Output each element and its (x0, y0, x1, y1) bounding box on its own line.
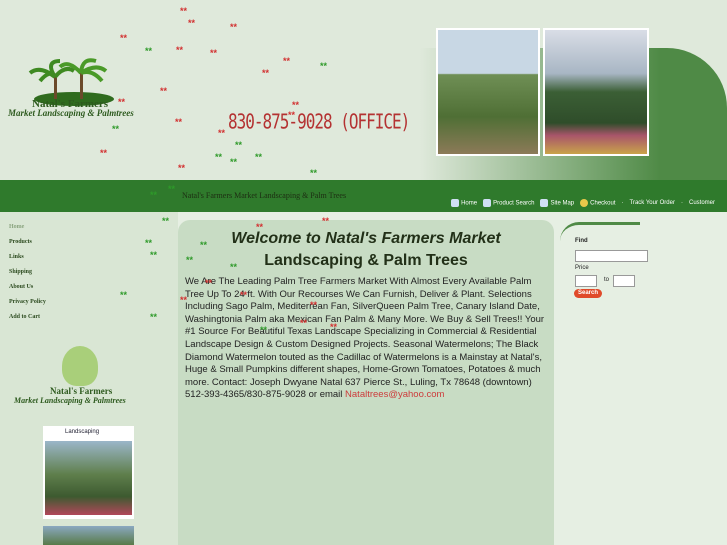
sidebar-nav: Home Products Links Shipping About Us Pr… (9, 220, 46, 325)
title-line-1: Welcome to Natal's Farmers Market (231, 230, 501, 247)
nav-item-add-to-cart[interactable]: Add to Cart (9, 310, 46, 325)
navigation-bar (0, 180, 727, 212)
top-links: Home Product Search Site Map Checkout · … (451, 199, 715, 207)
header-photo-palm-trees (436, 28, 540, 156)
nav-item-shipping[interactable]: Shipping (9, 265, 46, 280)
sidebar-logo-tagline: Market Landscaping & Palmtrees (14, 396, 126, 405)
thumbnail-caption: Landscaping (65, 429, 100, 435)
bar-title: Natal's Farmers Market Landscaping & Pal… (182, 191, 347, 200)
nav-item-products[interactable]: Products (9, 235, 46, 250)
price-to-label: to (604, 277, 610, 283)
toplink-separator: · (621, 200, 624, 206)
sidebar-logo-name: Natal's Farmers (50, 386, 113, 396)
price-label: Price (575, 265, 589, 271)
nav-item-about-us[interactable]: About Us (9, 280, 46, 295)
price-from-input[interactable] (575, 275, 597, 287)
nav-item-privacy-policy[interactable]: Privacy Policy (9, 295, 46, 310)
toplink-checkout[interactable]: Checkout (580, 199, 616, 207)
thumbnail-image (45, 441, 132, 515)
price-to-input[interactable] (613, 275, 635, 287)
find-input[interactable] (575, 250, 648, 262)
page-title: Welcome to Natal's Farmers Market Landsc… (178, 228, 554, 272)
toplink-track-order[interactable]: Track Your Order (630, 200, 675, 206)
intro-body: We Are The Leading Palm Tree Farmers Mar… (185, 276, 545, 401)
search-panel: Find Price to Search (563, 228, 685, 318)
sidebar-logo-icon (62, 346, 98, 386)
find-label: Find (575, 238, 588, 244)
nav-item-home[interactable]: Home (9, 220, 46, 235)
toplink-home[interactable]: Home (451, 199, 477, 207)
phone-number: 830-875-9028 (OFFICE) (228, 109, 410, 134)
search-icon (483, 199, 492, 207)
intro-text: We Are The Leading Palm Tree Farmers Mar… (185, 276, 551, 402)
toplink-separator: · (680, 200, 683, 206)
nav-item-links[interactable]: Links (9, 250, 46, 265)
title-line-2: Landscaping & Palm Trees (264, 252, 468, 269)
logo-tagline[interactable]: Market Landscaping & Palmtrees (8, 108, 134, 118)
toplink-customer[interactable]: Customer (689, 200, 715, 206)
email-link[interactable]: Nataltrees@yahoo.com (345, 389, 444, 400)
checkout-icon (580, 199, 589, 207)
toplink-product-search[interactable]: Product Search (483, 199, 534, 207)
second-thumbnail[interactable] (43, 526, 134, 545)
home-icon (451, 199, 460, 207)
globe-icon (540, 199, 549, 207)
search-button[interactable]: Search (574, 289, 602, 298)
header-photo-landscape (543, 28, 649, 156)
toplink-site-map[interactable]: Site Map (540, 199, 574, 207)
landscaping-thumbnail[interactable]: Landscaping (43, 426, 134, 519)
